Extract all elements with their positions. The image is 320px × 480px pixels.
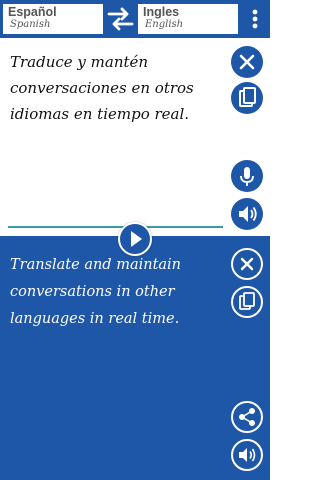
share-button[interactable] — [231, 401, 263, 433]
source-language-selector[interactable]: Español Spanish — [3, 4, 103, 34]
swap-arrows-icon[interactable] — [107, 6, 134, 32]
source-speak-button[interactable] — [231, 198, 263, 230]
play-arrow-icon — [131, 231, 142, 247]
source-input-underline — [8, 226, 223, 228]
more-vertical-icon[interactable] — [244, 5, 266, 33]
source-text-input[interactable]: Traduce y mantén conversaciones en otros… — [10, 49, 228, 127]
source-clear-button[interactable] — [231, 46, 263, 78]
top-bar: Español Spanish Ingles English — [0, 0, 270, 38]
source-language-name: Español — [8, 5, 57, 19]
paste-icon — [239, 87, 256, 107]
copy-button[interactable] — [231, 286, 263, 318]
close-icon — [240, 257, 254, 271]
microphone-icon — [240, 167, 254, 186]
source-paste-button[interactable] — [231, 82, 263, 114]
speaker-icon — [239, 448, 256, 462]
speaker-icon — [239, 206, 257, 222]
source-language-subtitle: Spanish — [10, 19, 51, 30]
translate-button[interactable] — [118, 222, 152, 256]
microphone-button[interactable] — [231, 160, 263, 192]
close-icon — [239, 54, 255, 70]
target-clear-button[interactable] — [231, 248, 263, 280]
source-panel: Traduce y mantén conversaciones en otros… — [0, 38, 270, 236]
copy-icon — [239, 292, 255, 310]
share-icon — [239, 408, 255, 426]
target-language-subtitle: English — [145, 19, 184, 30]
target-speak-button[interactable] — [231, 439, 263, 471]
translated-text: Translate and maintain conversations in … — [10, 257, 182, 327]
target-panel: Translate and maintain conversations in … — [0, 236, 270, 480]
target-language-selector[interactable]: Ingles English — [138, 4, 238, 34]
target-language-name: Ingles — [143, 5, 180, 19]
